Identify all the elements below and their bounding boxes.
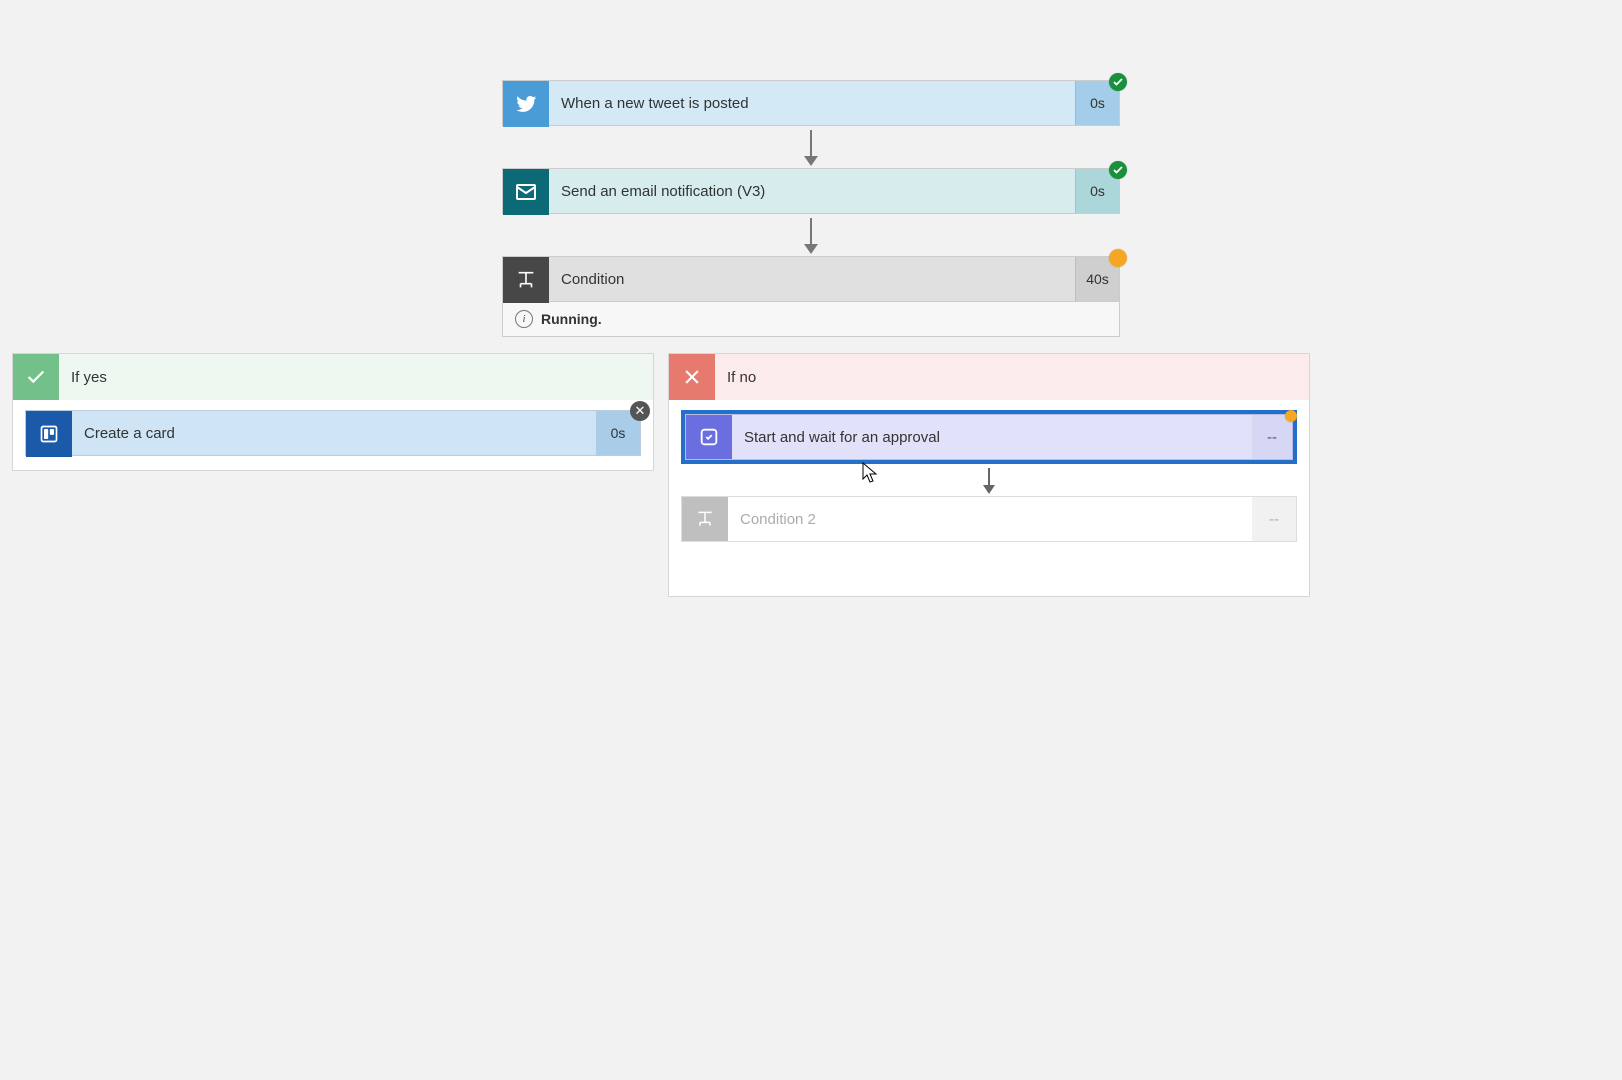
trigger-label: When a new tweet is posted [549, 81, 1075, 125]
approval-icon [686, 415, 732, 459]
flow-canvas: When a new tweet is posted 0s Send an em… [0, 0, 1622, 1080]
condition-branches: If yes Create a card 0s ✕ If no [12, 353, 1310, 597]
condition-card[interactable]: Condition 40s [502, 256, 1120, 302]
condition2-time: -- [1252, 497, 1296, 541]
approval-card-selected[interactable]: Start and wait for an approval -- [681, 410, 1297, 464]
trello-label: Create a card [72, 411, 596, 455]
success-badge-icon [1109, 161, 1127, 179]
condition2-label: Condition 2 [728, 497, 1252, 541]
email-label: Send an email notification (V3) [549, 169, 1075, 213]
trigger-twitter-card[interactable]: When a new tweet is posted 0s [502, 80, 1120, 126]
condition-label: Condition [549, 257, 1075, 301]
branch-yes-title: If yes [59, 354, 653, 400]
check-icon [13, 354, 59, 400]
running-badge-icon [1109, 249, 1127, 267]
mail-icon [503, 169, 549, 215]
flow-main-column: When a new tweet is posted 0s Send an em… [502, 80, 1120, 337]
branch-if-yes[interactable]: If yes Create a card 0s ✕ [12, 353, 654, 471]
info-icon: i [515, 310, 533, 328]
approval-time: -- [1252, 415, 1292, 459]
branch-if-no[interactable]: If no Start and wait for an approval -- [668, 353, 1310, 597]
x-icon [669, 354, 715, 400]
condition-status-text: Running. [541, 311, 602, 327]
trello-card[interactable]: Create a card 0s ✕ [25, 410, 641, 456]
success-badge-icon [1109, 73, 1127, 91]
condition-icon [503, 257, 549, 303]
arrow-down-icon [810, 218, 812, 252]
branch-yes-header: If yes [13, 354, 653, 400]
close-icon[interactable]: ✕ [630, 401, 650, 421]
branch-no-body: Start and wait for an approval -- Condit… [669, 400, 1309, 556]
pending-badge-icon [1285, 410, 1297, 422]
twitter-icon [503, 81, 549, 127]
branch-no-title: If no [715, 354, 1309, 400]
arrow-down-icon [810, 130, 812, 164]
condition2-card[interactable]: Condition 2 -- [681, 496, 1297, 542]
action-email-card[interactable]: Send an email notification (V3) 0s [502, 168, 1120, 214]
condition-status-row: i Running. [502, 302, 1120, 337]
arrow-down-icon [988, 468, 990, 492]
condition-icon [682, 497, 728, 541]
branch-yes-body: Create a card 0s ✕ [13, 400, 653, 470]
trello-icon [26, 411, 72, 457]
approval-label: Start and wait for an approval [732, 415, 1252, 459]
branch-no-header: If no [669, 354, 1309, 400]
condition-block: Condition 40s i Running. [502, 256, 1120, 337]
